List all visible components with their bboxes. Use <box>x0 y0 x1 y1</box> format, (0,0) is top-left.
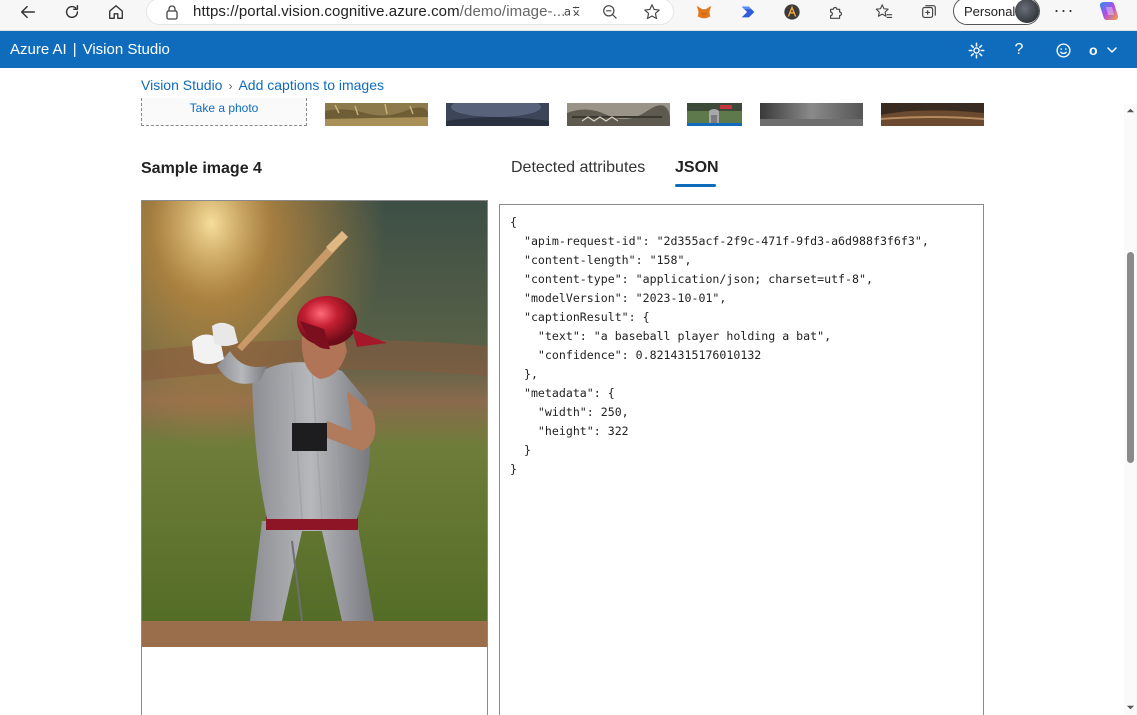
favorite-star-icon[interactable] <box>641 2 663 22</box>
scrollbar-thumb[interactable] <box>1127 252 1134 463</box>
help-icon[interactable]: ? <box>1009 40 1029 60</box>
read-aloud-icon[interactable]: a <box>561 2 583 22</box>
account-menu[interactable]: o <box>1089 40 1129 60</box>
url-text[interactable]: https://portal.vision.cognitive.azure.co… <box>193 3 565 20</box>
collections-icon[interactable] <box>917 1 941 23</box>
take-photo-button[interactable]: Take a photo <box>141 98 307 126</box>
svg-text:a: a <box>564 5 571 19</box>
lock-icon[interactable] <box>165 4 179 20</box>
profile-button[interactable]: Personal <box>953 0 1040 25</box>
sample-thumbnail-6[interactable] <box>881 103 984 126</box>
json-output-text[interactable]: { "apim-request-id": "2d355acf-2f9c-471f… <box>510 213 929 479</box>
tab-detected-attributes[interactable]: Detected attributes <box>511 159 645 177</box>
extensions-puzzle-icon[interactable] <box>824 1 848 23</box>
profile-label: Personal <box>964 4 1016 19</box>
json-output-panel[interactable]: { "apim-request-id": "2d355acf-2f9c-471f… <box>499 204 984 715</box>
back-icon[interactable] <box>12 0 44 24</box>
zoom-out-icon[interactable] <box>599 2 621 22</box>
chevron-down-icon <box>1106 47 1117 54</box>
brand-title[interactable]: Azure AI | Vision Studio <box>10 41 170 58</box>
url-host: https://portal.vision.cognitive.azure.co… <box>193 3 460 20</box>
breadcrumb-root-link[interactable]: Vision Studio <box>141 77 222 93</box>
sample-thumbnail-2[interactable] <box>446 103 549 126</box>
profile-avatar <box>1015 0 1039 23</box>
settings-gear-icon[interactable] <box>966 40 986 60</box>
azure-header: Azure AI | Vision Studio ? o <box>0 31 1137 68</box>
power-automate-extension-icon[interactable] <box>736 1 760 23</box>
favorites-icon[interactable] <box>872 1 896 23</box>
sample-thumbnail-1[interactable] <box>325 103 428 126</box>
breadcrumb: Vision Studio › Add captions to images <box>141 77 384 93</box>
browser-toolbar: https://portal.vision.cognitive.azure.co… <box>0 0 1137 31</box>
breadcrumb-current[interactable]: Add captions to images <box>238 77 384 93</box>
scroll-down-arrow-icon[interactable] <box>1126 703 1135 712</box>
chevron-right-icon: › <box>228 79 233 93</box>
copilot-icon[interactable] <box>1098 0 1122 22</box>
brand-product: Vision Studio <box>82 41 170 58</box>
url-path: /demo/image-... <box>459 3 566 20</box>
arc-extension-icon[interactable] <box>780 1 804 23</box>
brand-separator: | <box>72 41 77 58</box>
sample-image-title: Sample image 4 <box>141 160 262 177</box>
address-bar[interactable]: https://portal.vision.cognitive.azure.co… <box>146 0 674 25</box>
baseball-player-image <box>142 201 487 647</box>
sample-thumbnail-4-selected[interactable] <box>687 103 742 126</box>
refresh-icon[interactable] <box>56 0 88 24</box>
home-icon[interactable] <box>100 0 132 24</box>
more-menu-icon[interactable]: ··· <box>1052 0 1076 22</box>
scroll-up-arrow-icon[interactable] <box>1126 106 1135 115</box>
app-root: https://portal.vision.cognitive.azure.co… <box>0 0 1137 715</box>
sample-thumbnail-5[interactable] <box>760 103 863 126</box>
account-initial: o <box>1089 42 1098 58</box>
metamask-extension-icon[interactable] <box>692 1 716 23</box>
feedback-smiley-icon[interactable] <box>1053 40 1073 60</box>
tab-json[interactable]: JSON <box>675 159 719 177</box>
sample-thumbnail-3[interactable] <box>567 103 670 126</box>
active-tab-indicator <box>675 184 716 187</box>
brand-azure-ai: Azure AI <box>10 41 67 58</box>
sample-image-panel <box>141 200 488 715</box>
take-photo-label: Take a photo <box>189 101 259 115</box>
